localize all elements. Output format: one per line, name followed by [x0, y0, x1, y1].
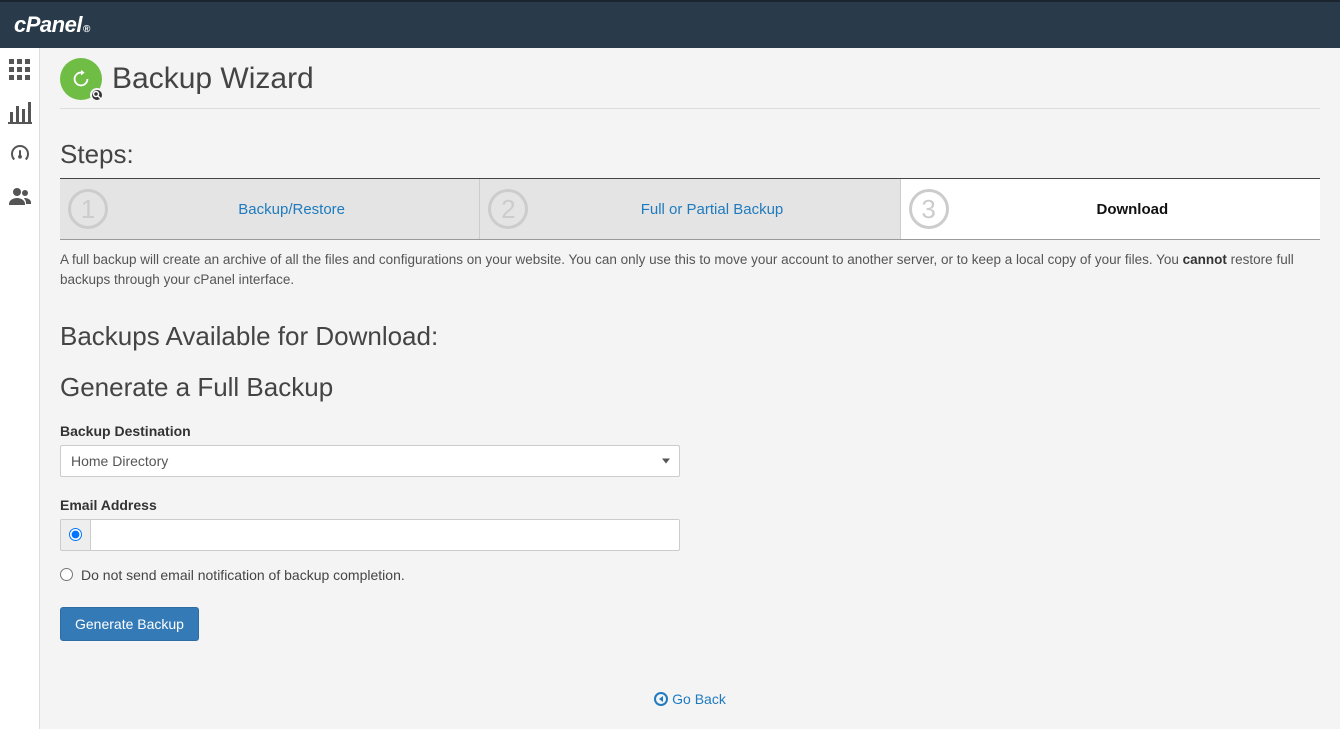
grid-icon[interactable]: [8, 58, 32, 82]
left-sidebar: [0, 48, 40, 729]
main-content: Backup Wizard Steps: 1 Backup/Restore 2 …: [40, 48, 1340, 729]
gauge-icon[interactable]: [8, 142, 32, 166]
step-number: 2: [488, 189, 528, 229]
backup-destination-label: Backup Destination: [60, 423, 1320, 439]
steps-heading: Steps:: [60, 139, 1320, 170]
generate-backup-button[interactable]: Generate Backup: [60, 607, 199, 641]
step-number: 1: [68, 189, 108, 229]
email-address-label: Email Address: [60, 497, 1320, 513]
generate-full-backup-heading: Generate a Full Backup: [60, 372, 1320, 403]
brand-logo[interactable]: cPanel®: [14, 12, 90, 38]
step-number: 3: [909, 189, 949, 229]
step-label: Full or Partial Backup: [532, 201, 891, 218]
page-title: Backup Wizard: [112, 62, 314, 96]
send-email-radio[interactable]: [69, 528, 82, 541]
go-back-label: Go Back: [672, 691, 726, 707]
go-back-row: Go Back: [60, 691, 1320, 709]
bar-chart-icon[interactable]: [8, 100, 32, 124]
description-text: A full backup will create an archive of …: [60, 250, 1320, 291]
steps-row: 1 Backup/Restore 2 Full or Partial Backu…: [60, 178, 1320, 240]
registered-mark: ®: [83, 24, 90, 35]
brand-text: cPanel: [14, 12, 82, 38]
step-label: Backup/Restore: [112, 201, 471, 218]
step-full-partial[interactable]: 2 Full or Partial Backup: [480, 179, 900, 239]
backups-available-heading: Backups Available for Download:: [60, 321, 1320, 352]
top-navbar: cPanel®: [0, 0, 1340, 48]
page-title-row: Backup Wizard: [60, 58, 1320, 109]
go-back-link[interactable]: Go Back: [654, 691, 726, 707]
email-radio-prefix[interactable]: [60, 519, 90, 551]
arrow-left-circle-icon: [654, 692, 668, 706]
no-email-radio[interactable]: [60, 568, 73, 581]
email-input[interactable]: [90, 519, 680, 551]
backup-destination-select-wrap: Home Directory: [60, 445, 680, 477]
no-email-row: Do not send email notification of backup…: [60, 567, 1320, 583]
step-backup-restore[interactable]: 1 Backup/Restore: [60, 179, 480, 239]
desc-bold: cannot: [1183, 252, 1227, 267]
step-download: 3 Download: [901, 179, 1320, 239]
email-input-row: [60, 519, 680, 551]
desc-pre: A full backup will create an archive of …: [60, 252, 1183, 267]
backup-wizard-icon: [60, 58, 102, 100]
backup-destination-select[interactable]: Home Directory: [60, 445, 680, 477]
no-email-label: Do not send email notification of backup…: [81, 567, 405, 583]
magnifier-badge-icon: [90, 88, 104, 102]
step-label: Download: [953, 201, 1312, 218]
users-icon[interactable]: [8, 184, 32, 208]
